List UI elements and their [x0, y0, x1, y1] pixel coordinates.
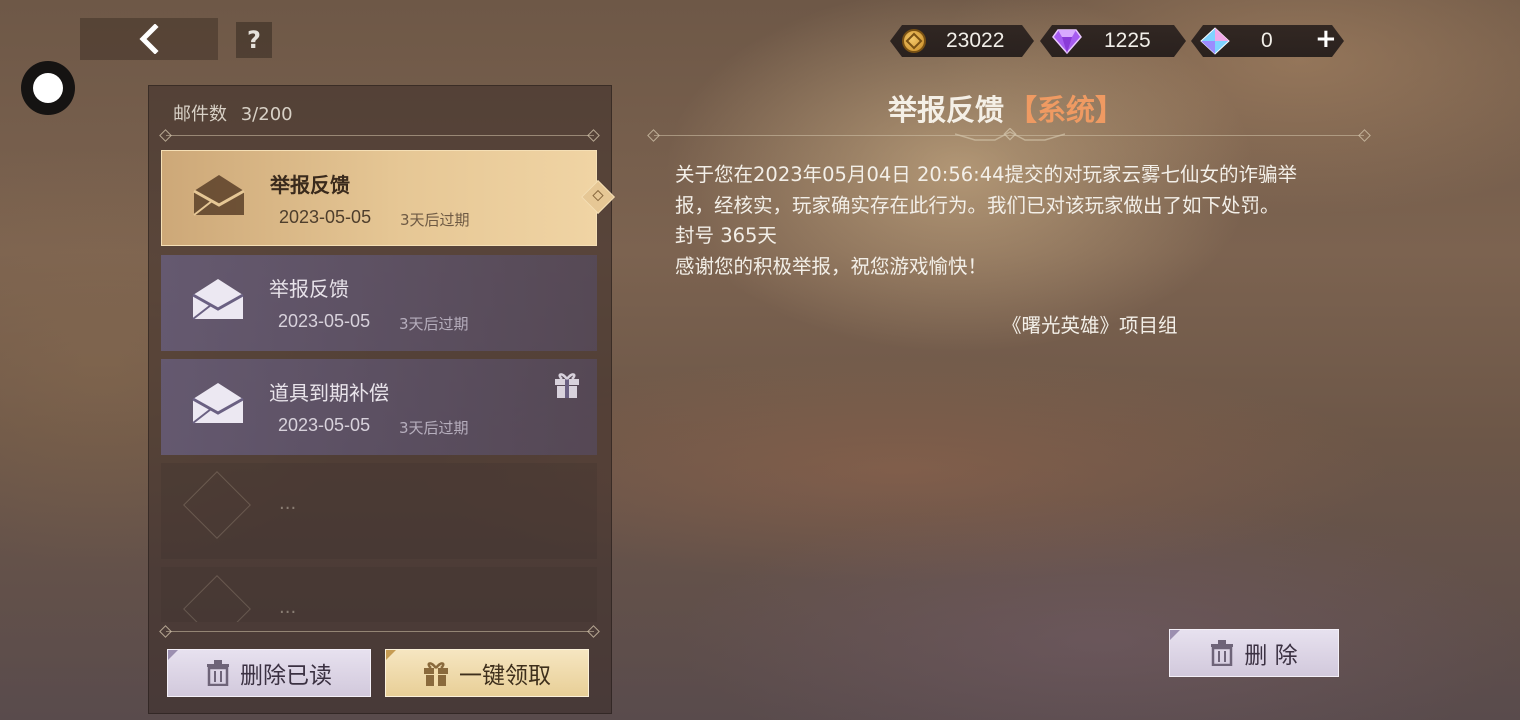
gold-amount: 23022 — [946, 29, 1005, 52]
help-button[interactable]: ? — [236, 22, 272, 58]
button-corner-ornament — [1170, 630, 1180, 640]
delete-mail-label: 删 除 — [1244, 643, 1298, 669]
mail-title: 举报反馈 — [269, 277, 349, 301]
circle-icon — [33, 73, 63, 103]
help-icon: ? — [247, 26, 261, 54]
mail-expiry: 3天后过期 — [400, 211, 470, 229]
empty-slot-placeholder: ... — [279, 493, 297, 514]
mail-count: 邮件数 3/200 — [173, 100, 293, 126]
envelope-open-icon — [192, 383, 244, 424]
crystal-icon — [1200, 27, 1230, 55]
currency-crystal: 0 + — [1191, 25, 1344, 57]
floating-assistant-button[interactable] — [21, 61, 75, 115]
delete-mail-button[interactable]: 删 除 — [1169, 629, 1339, 677]
delete-read-label: 删除已读 — [240, 663, 332, 689]
empty-slot-ornament — [183, 575, 251, 622]
mail-signature: 《曙光英雄》项目组 — [1002, 314, 1178, 337]
button-corner-ornament — [386, 650, 396, 660]
title-ornament — [955, 128, 1065, 141]
trash-icon — [1211, 640, 1234, 666]
mail-detail-title: 举报反馈 【系统】 — [888, 87, 1124, 129]
mail-item[interactable]: 道具到期补偿 2023-05-05 3天后过期 — [161, 359, 597, 455]
mail-date: 2023-05-05 — [279, 207, 372, 227]
mail-category-tag: 【系统】 — [1008, 93, 1125, 127]
mail-title: 道具到期补偿 — [269, 381, 389, 405]
mail-body-line: 报，经核实，玩家确实存在此行为。我们已对该玩家做出了如下处罚。 — [675, 193, 1280, 217]
mail-title: 举报反馈 — [270, 173, 350, 197]
chevron-left-icon — [139, 24, 159, 54]
mail-body: 关于您在2023年05月04日 20:56:44提交的对玩家云雾七仙女的诈骗举 … — [675, 160, 1365, 282]
mail-body-line: 感谢您的积极举报，祝您游戏愉快！ — [675, 254, 988, 278]
empty-slot-placeholder: ... — [279, 597, 297, 618]
mail-item[interactable]: 举报反馈 2023-05-05 3天后过期 — [161, 255, 597, 351]
diamond-amount: 1225 — [1104, 29, 1151, 52]
back-button[interactable] — [80, 18, 218, 60]
mail-detail-title-text: 举报反馈 — [888, 93, 1005, 127]
empty-mail-slot: ... — [161, 463, 597, 559]
divider — [166, 135, 594, 136]
divider-end-ornament — [647, 129, 660, 142]
claim-all-button[interactable]: 一键领取 — [385, 649, 589, 697]
mail-date: 2023-05-05 — [278, 415, 371, 435]
crystal-amount: 0 — [1261, 29, 1273, 52]
divider-end-ornament — [1358, 129, 1371, 142]
mail-item[interactable]: 举报反馈 2023-05-05 3天后过期 — [161, 150, 615, 246]
claim-all-label: 一键领取 — [459, 663, 551, 689]
mail-date: 2023-05-05 — [278, 311, 371, 331]
empty-mail-slot: ... — [161, 567, 597, 622]
button-corner-ornament — [168, 650, 178, 660]
envelope-open-icon — [192, 279, 244, 320]
mail-body-line: 封号 365天 — [675, 224, 777, 247]
add-currency-button[interactable]: + — [1315, 24, 1337, 54]
mail-count-label: 邮件数 — [173, 104, 227, 125]
gift-icon — [424, 662, 448, 686]
mail-body-line: 关于您在2023年05月04日 20:56:44提交的对玩家云雾七仙女的诈骗举 — [675, 163, 1298, 186]
envelope-open-icon — [193, 175, 245, 216]
coin-icon — [902, 29, 926, 53]
purple-gem-icon — [1052, 28, 1082, 54]
mail-expiry: 3天后过期 — [399, 315, 469, 333]
delete-read-button[interactable]: 删除已读 — [167, 649, 371, 697]
gift-icon — [555, 373, 579, 398]
trash-icon — [207, 660, 229, 686]
empty-slot-ornament — [183, 471, 251, 539]
mail-count-value: 3/200 — [240, 104, 293, 125]
mail-expiry: 3天后过期 — [399, 419, 469, 437]
currency-gold: 23022 — [890, 25, 1034, 57]
currency-diamond: 1225 — [1040, 25, 1186, 57]
divider — [166, 631, 594, 632]
